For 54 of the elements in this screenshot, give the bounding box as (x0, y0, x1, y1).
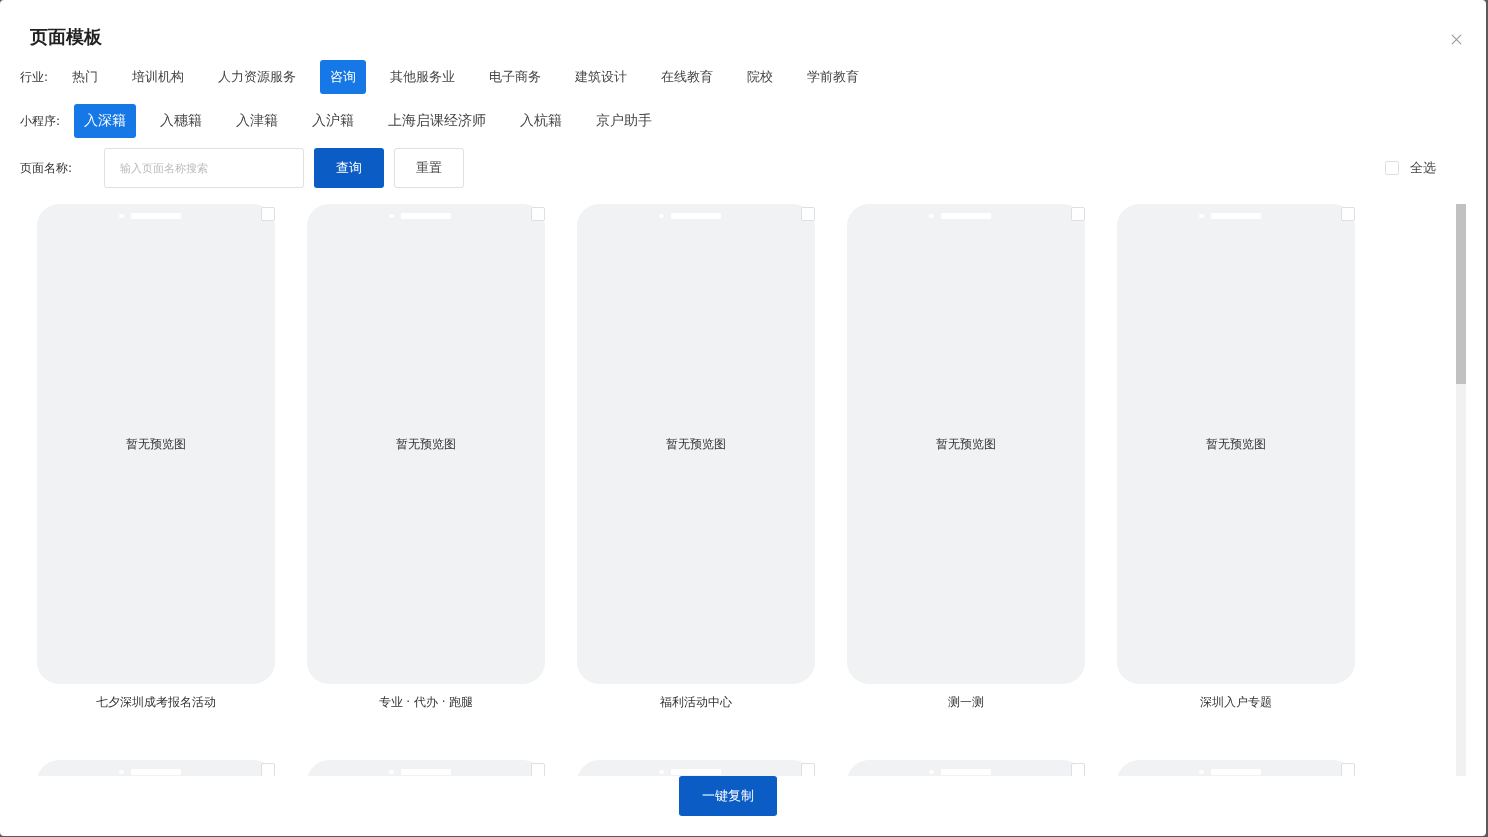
copy-button[interactable]: 一键复制 (679, 776, 777, 816)
phone-preview-card[interactable]: 暂无预览图 (577, 204, 815, 684)
dialog-title: 页面模板 (30, 25, 102, 49)
mini-program-tab[interactable]: 入杭籍 (510, 104, 573, 138)
industry-tab[interactable]: 在线教育 (651, 60, 724, 94)
mini-program-tab[interactable]: 入穗籍 (150, 104, 213, 138)
select-all-label: 全选 (1410, 159, 1436, 177)
template-checkbox[interactable] (1071, 207, 1085, 221)
no-preview-text: 暂无预览图 (666, 435, 726, 453)
industry-tab[interactable]: 人力资源服务 (208, 60, 307, 94)
mini-program-label: 小程序: (20, 112, 61, 130)
template-checkbox[interactable] (1341, 207, 1355, 221)
template-title: 七夕深圳成考报名活动 (96, 694, 216, 711)
industry-tab[interactable]: 热门 (62, 60, 109, 94)
template-title: 深圳入户专题 (1200, 694, 1272, 711)
no-preview-text: 暂无预览图 (126, 435, 186, 453)
template-checkbox[interactable] (531, 207, 545, 221)
industry-tab[interactable]: 咨询 (320, 60, 367, 94)
template-checkbox[interactable] (1071, 763, 1085, 776)
template-checkbox[interactable] (531, 763, 545, 776)
close-icon[interactable] (1451, 33, 1462, 45)
template-title: 专业 · 代办 · 跑腿 (378, 694, 474, 711)
mini-program-tab[interactable]: 京户助手 (586, 104, 663, 138)
template-checkbox[interactable] (801, 763, 815, 776)
page-name-label: 页面名称: (20, 159, 74, 177)
template-checkbox[interactable] (801, 207, 815, 221)
mini-program-tab[interactable]: 入深籍 (74, 104, 137, 138)
industry-tab[interactable]: 学前教育 (797, 60, 870, 94)
reset-button[interactable]: 重置 (394, 148, 464, 188)
industry-tab[interactable]: 建筑设计 (565, 60, 638, 94)
query-button[interactable]: 查询 (314, 148, 384, 188)
phone-preview-card[interactable]: 暂无预览图 (1117, 204, 1355, 684)
mini-program-tab[interactable]: 入沪籍 (302, 104, 365, 138)
phone-preview-card[interactable]: 暂无预览图 (307, 204, 545, 684)
template-checkbox[interactable] (261, 207, 275, 221)
template-title: 测一测 (948, 694, 984, 711)
industry-tab[interactable]: 培训机构 (122, 60, 195, 94)
mini-program-tab[interactable]: 入津籍 (226, 104, 289, 138)
no-preview-text: 暂无预览图 (936, 435, 996, 453)
search-field[interactable]: 输入页面名称搜索 (104, 148, 304, 188)
phone-preview-card[interactable]: 暂无预览图 (847, 204, 1085, 684)
industry-label: 行业: (20, 68, 49, 86)
template-checkbox[interactable] (261, 763, 275, 776)
select-all-checkbox[interactable] (1385, 161, 1399, 175)
mini-program-tab[interactable]: 上海启课经济师 (378, 104, 497, 138)
industry-tab[interactable]: 其他服务业 (380, 60, 466, 94)
no-preview-text: 暂无预览图 (396, 435, 456, 453)
no-preview-text: 暂无预览图 (1206, 435, 1266, 453)
phone-notch-icon (659, 769, 721, 775)
industry-tab[interactable]: 院校 (737, 60, 784, 94)
template-checkbox[interactable] (1341, 763, 1355, 776)
phone-preview-card[interactable]: 暂无预览图 (37, 204, 275, 684)
template-title: 福利活动中心 (660, 694, 732, 711)
industry-tab[interactable]: 电子商务 (479, 60, 552, 94)
